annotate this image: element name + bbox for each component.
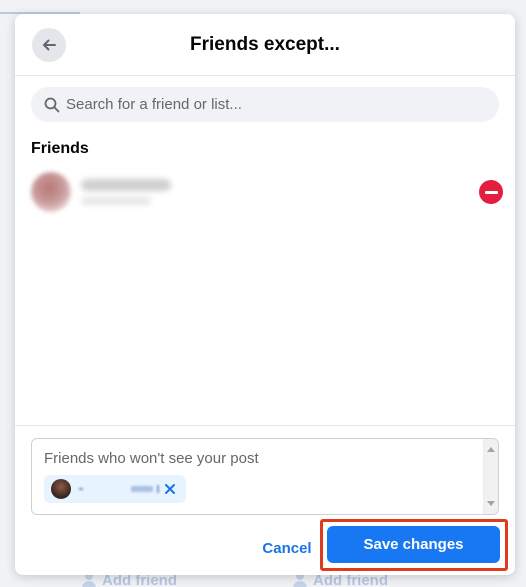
friends-section-title: Friends xyxy=(31,140,89,157)
remove-friend-button[interactable] xyxy=(479,180,503,204)
scroll-down-arrow-icon[interactable] xyxy=(487,501,495,506)
scroll-up-arrow-icon[interactable] xyxy=(487,447,495,452)
save-changes-button[interactable]: Save changes xyxy=(327,526,500,563)
excluded-friends-box[interactable]: Friends who won't see your post xyxy=(31,438,499,515)
excluded-friends-label: Friends who won't see your post xyxy=(44,450,259,467)
friend-search-box[interactable] xyxy=(31,87,499,122)
arrow-left-icon xyxy=(43,39,56,51)
footer-divider xyxy=(15,425,515,426)
cancel-button[interactable]: Cancel xyxy=(247,530,327,566)
back-button[interactable] xyxy=(32,28,66,62)
friends-except-dialog: Friends except... Friends Friends who wo… xyxy=(15,14,515,575)
search-icon xyxy=(44,97,60,112)
minus-circle-icon xyxy=(484,190,498,194)
dialog-title: Friends except... xyxy=(190,33,340,55)
excluded-box-scrollbar[interactable] xyxy=(483,439,498,514)
friend-search-input[interactable] xyxy=(66,96,499,113)
friend-avatar xyxy=(31,172,71,212)
dialog-header: Friends except... xyxy=(15,14,515,76)
friend-list-item[interactable] xyxy=(27,164,503,220)
excluded-friend-chip xyxy=(44,475,186,503)
chip-avatar xyxy=(51,479,71,499)
friend-name-redacted xyxy=(81,179,171,205)
close-icon[interactable] xyxy=(162,481,178,497)
chip-name-redacted xyxy=(79,485,159,493)
